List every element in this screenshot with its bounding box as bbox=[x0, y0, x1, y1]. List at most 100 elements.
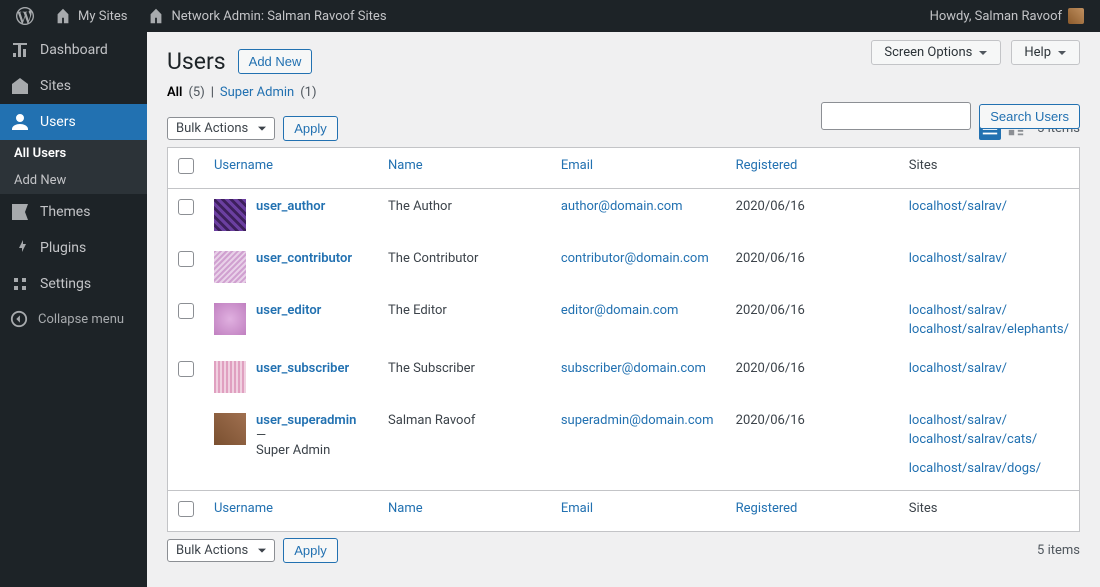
site-link[interactable]: localhost/salrav/ bbox=[909, 361, 1007, 376]
table-row: user_author The Author author@domain.com 20… bbox=[168, 189, 1080, 242]
add-new-button[interactable]: Add New bbox=[238, 49, 313, 74]
search-users-button[interactable]: Search Users bbox=[979, 104, 1080, 129]
users-icon bbox=[10, 112, 30, 132]
dashboard-icon bbox=[10, 40, 30, 60]
site-link[interactable]: localhost/salrav/dogs/ bbox=[909, 461, 1041, 476]
col-registered[interactable]: Registered bbox=[726, 148, 899, 189]
registered-cell: 2020/06/16 bbox=[726, 403, 899, 491]
username-link[interactable]: user_contributor bbox=[256, 251, 352, 266]
site-link[interactable]: localhost/salrav/elephants/ bbox=[909, 322, 1069, 337]
site-link[interactable]: localhost/salrav/cats/ bbox=[909, 432, 1037, 447]
email-link[interactable]: editor@domain.com bbox=[561, 303, 679, 318]
site-link[interactable]: localhost/salrav/ bbox=[909, 413, 1007, 428]
email-link[interactable]: superadmin@domain.com bbox=[561, 413, 714, 428]
item-count-bottom: 5 items bbox=[1037, 543, 1080, 558]
username-link[interactable]: user_author bbox=[256, 199, 325, 214]
screen-options-button[interactable]: Screen Options bbox=[871, 40, 1001, 65]
avatar bbox=[214, 303, 246, 335]
bulk-label: Bulk Actions bbox=[176, 543, 248, 558]
name-cell: The Subscriber bbox=[378, 351, 551, 403]
house-icon bbox=[147, 7, 165, 25]
email-link[interactable]: subscriber@domain.com bbox=[561, 361, 706, 376]
col-sites-foot: Sites bbox=[899, 491, 1080, 532]
username-link[interactable]: user_superadmin bbox=[256, 413, 356, 428]
menu-label: Themes bbox=[40, 204, 90, 220]
filter-sep: | bbox=[211, 85, 214, 100]
filter-super-count: (1) bbox=[300, 85, 316, 100]
content-area: Screen Options Help Users Add New Search… bbox=[147, 32, 1100, 587]
bulk-actions-select[interactable]: Bulk Actions bbox=[167, 117, 275, 140]
collapse-menu[interactable]: Collapse menu bbox=[0, 302, 147, 336]
house-icon bbox=[54, 7, 72, 25]
help-label: Help bbox=[1024, 45, 1051, 60]
menu-dashboard[interactable]: Dashboard bbox=[0, 32, 147, 68]
adminbar-network-admin[interactable]: Network Admin: Salman Ravoof Sites bbox=[139, 0, 394, 32]
adminbar-my-sites[interactable]: My Sites bbox=[46, 0, 135, 32]
menu-settings[interactable]: Settings bbox=[0, 266, 147, 302]
submenu-all-users[interactable]: All Users bbox=[0, 140, 147, 167]
submenu-add-new[interactable]: Add New bbox=[0, 167, 147, 194]
apply-button[interactable]: Apply bbox=[283, 116, 338, 141]
col-email-foot[interactable]: Email bbox=[551, 491, 726, 532]
menu-users[interactable]: Users bbox=[0, 104, 147, 140]
col-name[interactable]: Name bbox=[378, 148, 551, 189]
adminbar-logo[interactable] bbox=[8, 0, 42, 32]
col-username-foot[interactable]: Username bbox=[204, 491, 378, 532]
row-checkbox[interactable] bbox=[178, 303, 194, 319]
menu-sites[interactable]: Sites bbox=[0, 68, 147, 104]
row-checkbox[interactable] bbox=[178, 251, 194, 267]
avatar bbox=[214, 361, 246, 393]
avatar bbox=[1068, 8, 1084, 24]
registered-cell: 2020/06/16 bbox=[726, 351, 899, 403]
collapse-icon bbox=[10, 310, 28, 328]
chevron-down-icon bbox=[978, 48, 988, 58]
col-name-foot[interactable]: Name bbox=[378, 491, 551, 532]
help-button[interactable]: Help bbox=[1011, 40, 1080, 65]
menu-label: Plugins bbox=[40, 240, 86, 256]
table-row: user_editorThe Editoreditor@domain.com20… bbox=[168, 293, 1080, 351]
bulk-label: Bulk Actions bbox=[176, 121, 248, 136]
filter-all[interactable]: All bbox=[167, 85, 182, 100]
filter-all-count: (5) bbox=[188, 85, 204, 100]
select-all-checkbox[interactable] bbox=[178, 158, 194, 174]
username-link[interactable]: user_editor bbox=[256, 303, 321, 318]
search-input[interactable] bbox=[821, 102, 971, 130]
table-row: user_contributor The Contributor contribut… bbox=[168, 241, 1080, 293]
wordpress-icon bbox=[16, 7, 34, 25]
page-title: Users bbox=[167, 48, 226, 75]
super-admin-badge: Super Admin bbox=[256, 443, 368, 458]
select-all-checkbox-bottom[interactable] bbox=[178, 501, 194, 517]
menu-themes[interactable]: Themes bbox=[0, 194, 147, 230]
plugins-icon bbox=[10, 238, 30, 258]
submenu-users: All Users Add New bbox=[0, 140, 147, 194]
menu-label: Sites bbox=[40, 78, 71, 94]
row-checkbox[interactable] bbox=[178, 199, 194, 215]
site-link[interactable]: localhost/salrav/ bbox=[909, 251, 1007, 266]
bulk-actions-select-bottom[interactable]: Bulk Actions bbox=[167, 539, 275, 562]
admin-sidebar: Dashboard Sites Users All Users Add New … bbox=[0, 32, 147, 587]
dash: — bbox=[256, 428, 266, 443]
registered-cell: 2020/06/16 bbox=[726, 189, 899, 242]
adminbar-howdy[interactable]: Howdy, Salman Ravoof bbox=[922, 0, 1092, 32]
name-cell: The Contributor bbox=[378, 241, 551, 293]
name-cell: The Author bbox=[378, 189, 551, 242]
col-email[interactable]: Email bbox=[551, 148, 726, 189]
sites-icon bbox=[10, 76, 30, 96]
email-link[interactable]: contributor@domain.com bbox=[561, 251, 709, 266]
site-link[interactable]: localhost/salrav/ bbox=[909, 303, 1007, 318]
col-username[interactable]: Username bbox=[204, 148, 378, 189]
col-registered-foot[interactable]: Registered bbox=[726, 491, 899, 532]
table-row: user_superadmin — Super AdminSalman Ravo… bbox=[168, 403, 1080, 491]
filter-super-admin[interactable]: Super Admin bbox=[220, 85, 294, 100]
my-sites-label: My Sites bbox=[78, 9, 127, 24]
menu-plugins[interactable]: Plugins bbox=[0, 230, 147, 266]
registered-cell: 2020/06/16 bbox=[726, 241, 899, 293]
menu-label: Users bbox=[40, 114, 76, 130]
avatar bbox=[214, 413, 246, 445]
email-link[interactable]: author@domain.com bbox=[561, 199, 683, 214]
apply-button-bottom[interactable]: Apply bbox=[283, 538, 338, 563]
row-checkbox[interactable] bbox=[178, 361, 194, 377]
site-link[interactable]: localhost/salrav/ bbox=[909, 199, 1007, 214]
avatar bbox=[214, 199, 246, 231]
username-link[interactable]: user_subscriber bbox=[256, 361, 349, 376]
